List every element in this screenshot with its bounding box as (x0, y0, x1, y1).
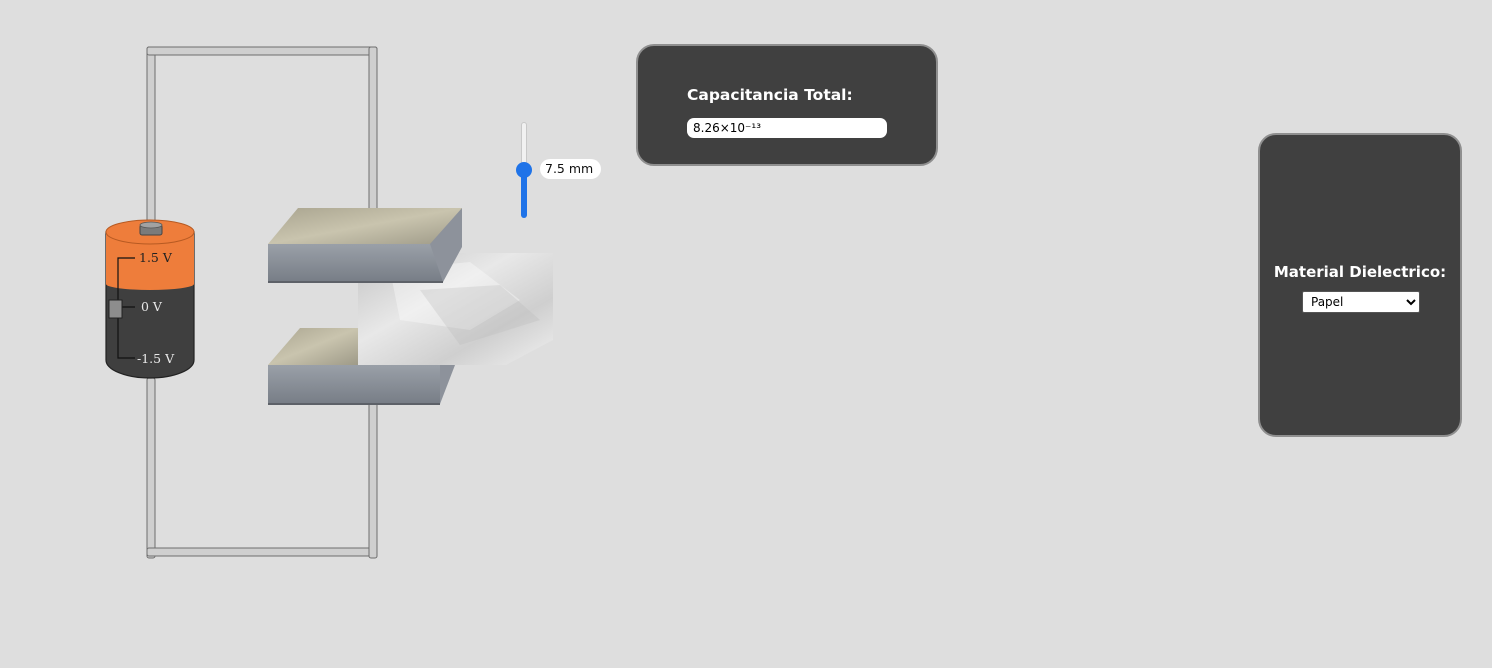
dielectric-material-title: Material Dielectrico: (1273, 263, 1447, 281)
battery-label-mid: 0 V (141, 299, 163, 314)
capacitance-panel: Capacitancia Total: (636, 44, 938, 166)
battery: 1.5 V 0 V -1.5 V (105, 219, 195, 379)
circuit-diagram: 1.5 V 0 V -1.5 V (105, 46, 553, 559)
wire-loop-top (146, 46, 378, 229)
plate-distance-slider[interactable]: 7.5 mm (516, 120, 616, 222)
capacitor-simulator: 1.5 V 0 V -1.5 V 7.5 mm Capacitancia Tot… (0, 0, 1492, 668)
dielectric-material-select[interactable]: Papel (1302, 291, 1420, 313)
battery-label-top: 1.5 V (139, 250, 173, 265)
slider-thumb[interactable] (516, 162, 532, 178)
battery-label-bottom: -1.5 V (137, 351, 175, 366)
top-plate (268, 208, 462, 283)
dielectric-material-panel: Material Dielectrico: Papel (1258, 133, 1462, 437)
slider-value-label: 7.5 mm (540, 159, 602, 179)
capacitance-title: Capacitancia Total: (687, 86, 853, 104)
capacitance-value-field[interactable] (687, 118, 887, 138)
